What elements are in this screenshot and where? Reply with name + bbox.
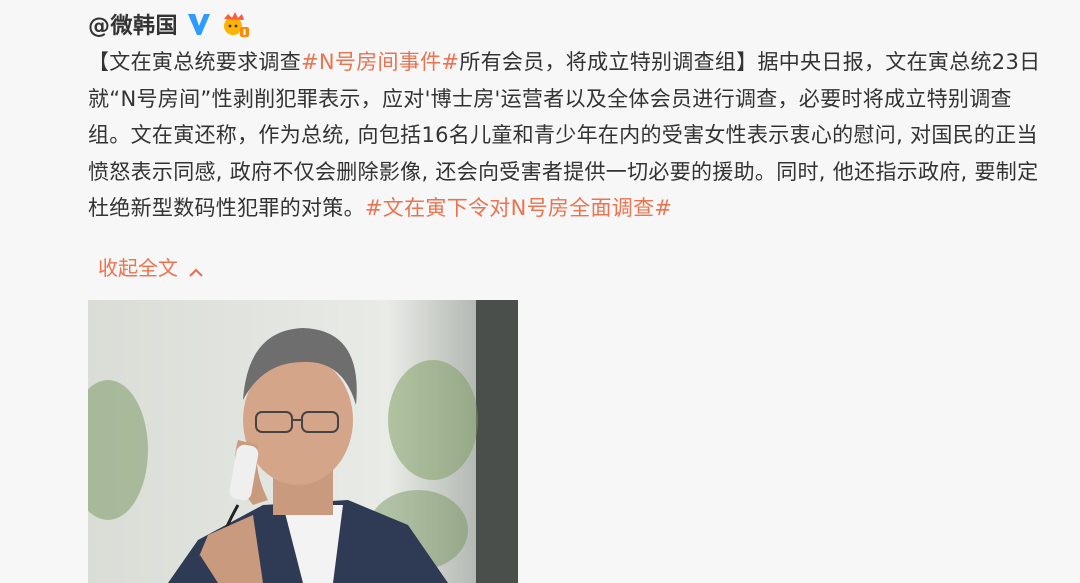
hashtag-investigation[interactable]: #文在寅下令对N号房全面调查# [365, 196, 672, 220]
post-text: 【文在寅总统要求调查#N号房间事件#所有会员，将成立特别调查组】据中央日报，文在… [88, 44, 1048, 227]
author-name[interactable]: @微韩国 [88, 8, 178, 40]
chevron-up-icon [188, 260, 204, 277]
post-text-body: 所有会员，将成立特别调查组】据中央日报，文在寅总统23日就“N号房间”性剥削犯罪… [88, 50, 1041, 220]
post-image[interactable] [88, 300, 518, 583]
weibo-post: @微韩国 【文在寅总统要求调查#N号房间事件#所有会员，将成立特别调查组】据中央… [0, 0, 1080, 583]
post-text-lead: 【文在寅总统要求调查 [88, 50, 301, 74]
hashtag-n-room-event[interactable]: #N号房间事件# [301, 50, 459, 74]
collapse-label: 收起全文 [98, 255, 178, 280]
post-header: @微韩国 [88, 6, 250, 42]
collapse-text-button[interactable]: 收起全文 [98, 250, 204, 282]
crown-member-icon[interactable] [220, 10, 250, 38]
verified-v-icon [186, 11, 212, 37]
